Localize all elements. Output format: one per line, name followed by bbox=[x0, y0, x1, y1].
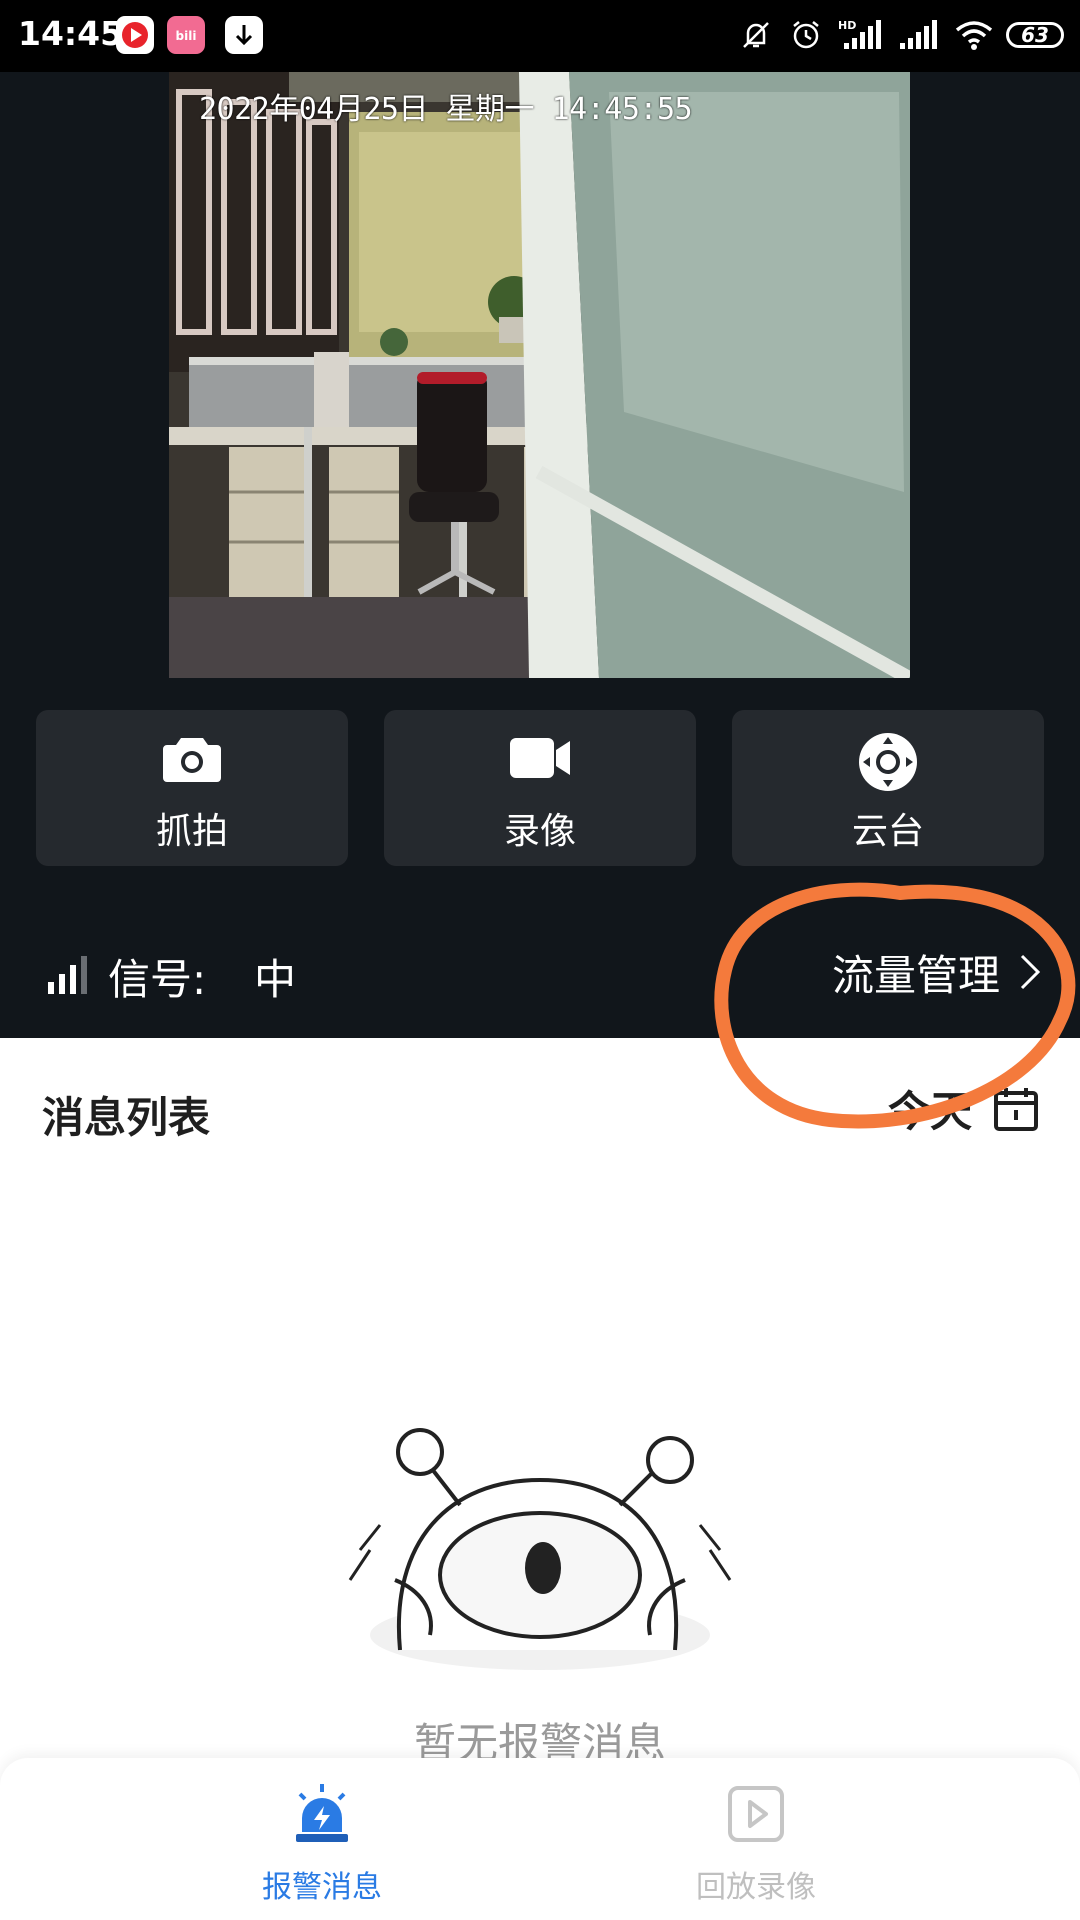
wifi-icon bbox=[955, 21, 993, 50]
video-frame bbox=[169, 72, 910, 678]
record-label: 录像 bbox=[503, 811, 576, 852]
calendar-icon bbox=[994, 1087, 1038, 1131]
traffic-management-label: 流量管理 bbox=[831, 950, 1000, 1000]
status-time: 14:45 bbox=[18, 14, 124, 53]
alarm-siren-icon bbox=[172, 1782, 472, 1844]
control-buttons: 抓拍 录像 云台 bbox=[36, 710, 1044, 866]
ptz-control-icon bbox=[732, 732, 1044, 791]
snapshot-button[interactable]: 抓拍 bbox=[36, 710, 348, 866]
tab-playback[interactable]: 回放录像 bbox=[606, 1758, 906, 1920]
ptz-label: 云台 bbox=[851, 811, 924, 852]
bilibili-icon: bili bbox=[167, 16, 205, 54]
ptz-button[interactable]: 云台 bbox=[732, 710, 1044, 866]
tab-alarm-messages[interactable]: 报警消息 bbox=[172, 1758, 472, 1920]
status-bar: 14:45 bili HD 63 bbox=[0, 0, 1080, 72]
date-filter-button[interactable]: 今天 bbox=[888, 1078, 1040, 1139]
video-camera-icon bbox=[384, 732, 696, 788]
bottom-nav: 报警消息 回放录像 bbox=[0, 1758, 1080, 1920]
message-list-header: 消息列表 今天 bbox=[0, 1038, 1080, 1178]
download-icon bbox=[225, 16, 263, 54]
mute-icon bbox=[743, 22, 769, 48]
signal-row: 信号: 中 流量管理 bbox=[0, 924, 1080, 1034]
signal-strength-icon bbox=[48, 956, 87, 994]
alarm-icon bbox=[793, 21, 819, 49]
status-icons: HD 63 bbox=[724, 12, 1064, 58]
tab-alarm-messages-label: 报警消息 bbox=[262, 1870, 382, 1905]
signal-value: 中 bbox=[254, 955, 297, 1004]
live-video[interactable]: 2022年04月25日 星期一 14:45:55 bbox=[169, 72, 910, 678]
hd-signal-icon: HD bbox=[838, 19, 881, 49]
svg-text:HD: HD bbox=[838, 19, 856, 32]
camera-icon bbox=[36, 732, 348, 788]
app-screen: 14:45 bili HD 63 2022年04月25日 星期一 14:45:5… bbox=[0, 0, 1080, 1920]
empty-state-illustration bbox=[348, 1428, 732, 1670]
playback-icon bbox=[606, 1782, 906, 1844]
message-list-title: 消息列表 bbox=[42, 1093, 211, 1142]
video-timestamp: 2022年04月25日 星期一 14:45:55 bbox=[199, 92, 693, 127]
date-filter-label: 今天 bbox=[887, 1087, 972, 1136]
signal-icon bbox=[900, 20, 937, 49]
signal-label: 信号: bbox=[108, 955, 207, 1004]
battery-icon: 63 bbox=[1006, 22, 1064, 48]
snapshot-label: 抓拍 bbox=[155, 811, 228, 852]
camera-panel: 2022年04月25日 星期一 14:45:55 抓拍 录像 云台 信号: 中 … bbox=[0, 72, 1080, 1038]
tab-playback-label: 回放录像 bbox=[696, 1870, 816, 1905]
record-button[interactable]: 录像 bbox=[384, 710, 696, 866]
chevron-right-icon bbox=[1020, 954, 1041, 990]
youtube-music-icon bbox=[116, 16, 154, 54]
svg-text:bili: bili bbox=[176, 29, 197, 43]
traffic-management-button[interactable]: 流量管理 bbox=[832, 942, 1042, 1002]
